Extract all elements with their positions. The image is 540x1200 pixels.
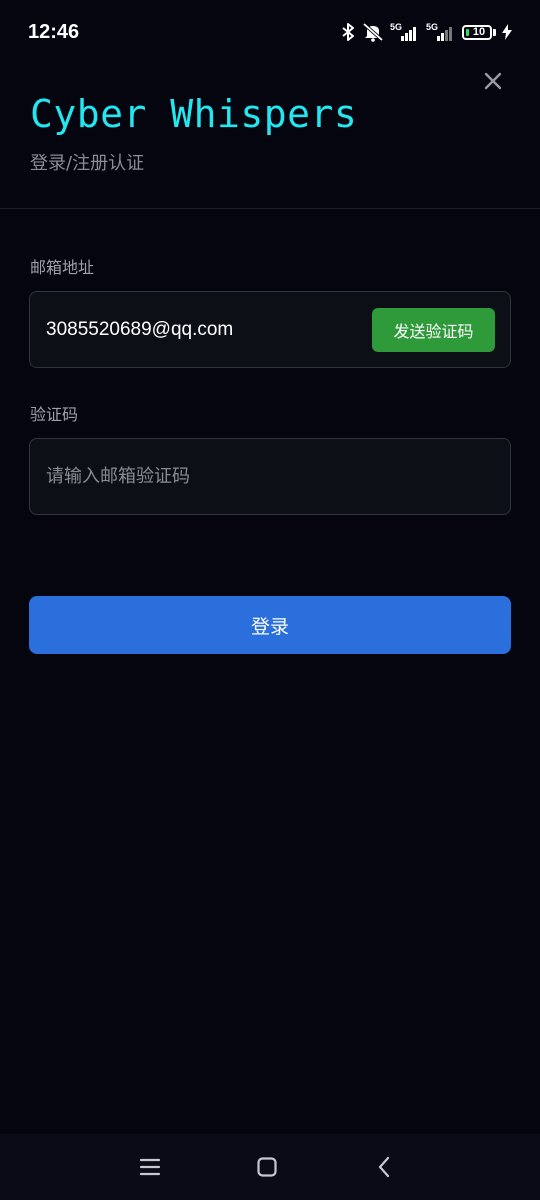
charging-icon [502,24,512,40]
navigation-bar [0,1134,540,1200]
status-bar: 12:46 5G 5G 10 [0,0,540,64]
code-input[interactable] [46,466,494,487]
back-icon [378,1156,390,1178]
page-subtitle: 登录/注册认证 [30,153,145,174]
battery-icon: 10 [462,24,496,40]
signal-icon: 5G [426,22,456,42]
home-button[interactable] [237,1134,297,1200]
home-icon [257,1157,277,1177]
login-button[interactable]: 登录 [29,596,511,654]
network-type-label: 5G [390,22,402,32]
email-field[interactable]: 3085520689@qq.com 发送验证码 [29,291,511,368]
close-icon [484,72,502,90]
menu-button[interactable] [120,1134,180,1200]
close-button[interactable] [478,66,508,96]
email-value[interactable]: 3085520689@qq.com [46,319,372,341]
network-type-label: 5G [426,22,438,32]
bluetooth-icon [340,22,356,42]
menu-icon [139,1158,161,1176]
status-time: 12:46 [28,20,80,43]
header-divider [0,208,540,209]
signal-icon: 5G [390,22,420,42]
send-code-button[interactable]: 发送验证码 [372,307,495,352]
email-label: 邮箱地址 [30,258,95,277]
mute-icon [362,22,384,42]
code-label: 验证码 [30,405,79,424]
status-icons: 5G 5G 10 [340,22,512,42]
battery-level: 10 [472,26,486,38]
code-field[interactable] [29,438,511,515]
back-button[interactable] [354,1134,414,1200]
app-title: Cyber Whispers [30,92,358,136]
